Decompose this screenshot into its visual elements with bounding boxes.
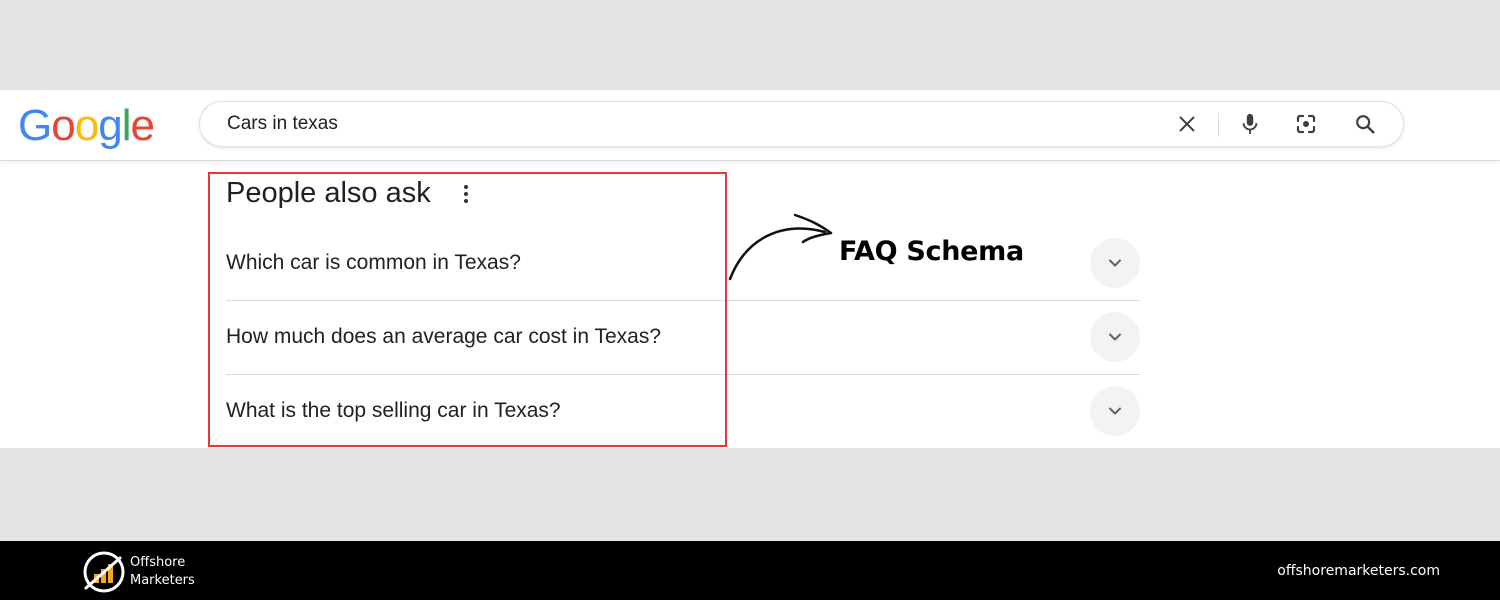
brand-name: Offshore Marketers — [130, 554, 195, 590]
logo-letter: l — [121, 101, 132, 150]
footer-bar: Offshore Marketers offshoremarketers.com — [0, 541, 1500, 600]
faq-schema-label: FAQ Schema — [839, 236, 1024, 267]
arrow-icon — [728, 213, 833, 281]
camera-lens-icon[interactable] — [1291, 109, 1321, 139]
bottom-background-band — [0, 448, 1500, 541]
close-icon[interactable] — [1172, 109, 1202, 139]
logo-letter: g — [98, 101, 123, 150]
google-logo[interactable]: Google — [18, 100, 155, 152]
search-icon[interactable] — [1350, 109, 1380, 139]
website-link[interactable]: offshoremarketers.com — [1277, 561, 1440, 581]
chevron-down-icon[interactable] — [1090, 312, 1140, 362]
logo-letter: o — [74, 101, 100, 150]
search-header: Google — [0, 90, 1500, 161]
top-background-band — [0, 0, 1500, 90]
brand-line: Marketers — [130, 573, 195, 588]
microphone-icon[interactable] — [1235, 109, 1265, 139]
offshore-marketers-logo-icon — [83, 551, 125, 593]
search-divider — [1218, 113, 1219, 137]
chevron-down-icon[interactable] — [1090, 386, 1140, 436]
logo-letter: e — [130, 101, 155, 150]
logo-letter: G — [18, 101, 52, 150]
brand-line: Offshore — [130, 555, 186, 570]
highlight-box — [208, 172, 727, 447]
logo-letter: o — [51, 101, 76, 150]
chevron-down-icon[interactable] — [1090, 238, 1140, 288]
brand[interactable]: Offshore Marketers — [82, 550, 195, 594]
search-input[interactable] — [227, 102, 1127, 146]
search-box — [199, 101, 1404, 147]
